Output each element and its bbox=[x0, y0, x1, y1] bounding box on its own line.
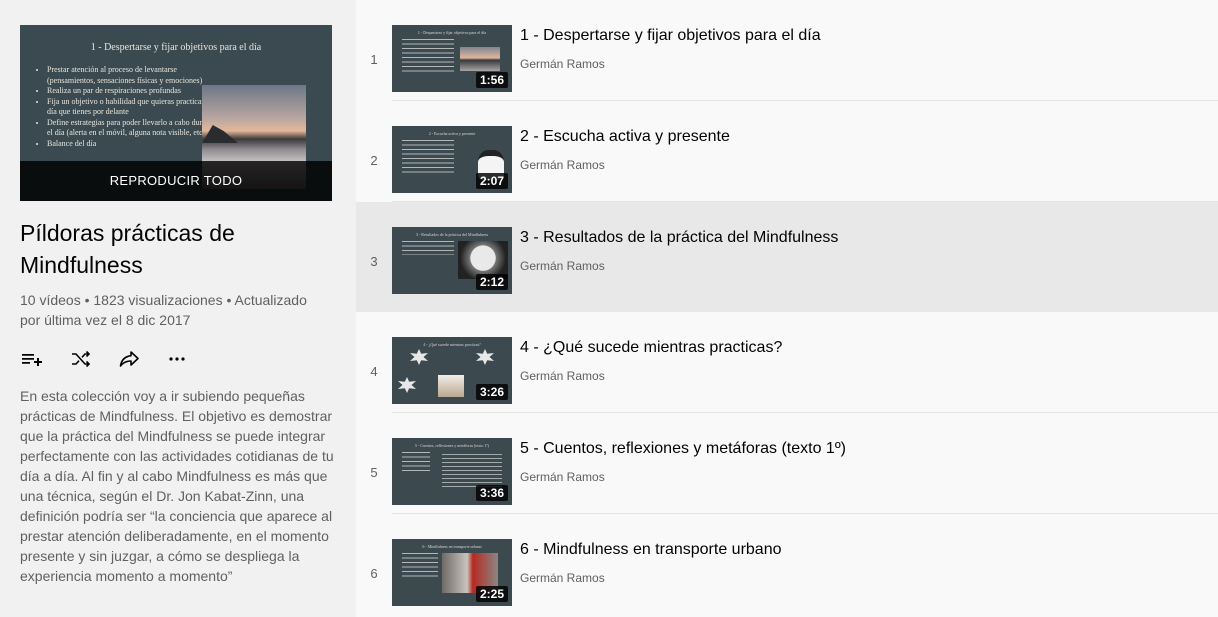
story-text-image bbox=[442, 454, 502, 488]
video-channel[interactable]: Germán Ramos bbox=[520, 257, 605, 275]
thumb-slide-text bbox=[402, 553, 438, 579]
playlist-video-list: 1 1 - Despertarse y fijar objetivos para… bbox=[356, 0, 1218, 617]
video-title[interactable]: 6 - Mindfulness en transporte urbano bbox=[520, 540, 781, 560]
video-title[interactable]: 4 - ¿Qué sucede mientras practicas? bbox=[520, 338, 782, 358]
video-index: 5 bbox=[370, 465, 378, 480]
add-to-queue-icon[interactable] bbox=[20, 347, 44, 371]
video-row[interactable]: 5 5 - Cuentos, reflexiones y metáforas (… bbox=[356, 413, 1218, 514]
slide-bullet: Prestar atención al proceso de levantars… bbox=[47, 65, 223, 86]
video-duration: 3:36 bbox=[475, 485, 508, 501]
video-index: 3 bbox=[370, 254, 378, 269]
video-thumbnail[interactable]: 3 - Resultados de la práctica del Mindfu… bbox=[392, 227, 512, 294]
video-title[interactable]: 5 - Cuentos, reflexiones y metáforas (te… bbox=[520, 439, 846, 459]
video-channel[interactable]: Germán Ramos bbox=[520, 367, 605, 385]
playlist-description: En esta colección voy a ir subiendo pequ… bbox=[20, 388, 334, 584]
thumb-slide-text bbox=[402, 140, 454, 174]
video-duration: 3:26 bbox=[475, 384, 508, 400]
shuffle-icon[interactable] bbox=[69, 347, 93, 371]
video-title[interactable]: 2 - Escucha activa y presente bbox=[520, 127, 730, 147]
star-bubble-image bbox=[410, 349, 428, 365]
video-thumbnail[interactable]: 2 - Escucha activa y presente 2:07 bbox=[392, 126, 512, 193]
video-duration: 2:25 bbox=[475, 586, 508, 602]
slide-bullet: Define estrategias para poder llevarlo a… bbox=[47, 118, 223, 139]
video-thumbnail[interactable]: 4 - ¿Qué sucede mientras practicas? 3:26 bbox=[392, 337, 512, 404]
playlist-thumbnail[interactable]: 1 - Despertarse y fijar objetivos para e… bbox=[20, 25, 332, 201]
thumb-slide-text bbox=[402, 241, 454, 255]
more-options-icon[interactable] bbox=[165, 347, 189, 371]
video-channel[interactable]: Germán Ramos bbox=[520, 569, 605, 587]
video-row[interactable]: 1 1 - Despertarse y fijar objetivos para… bbox=[356, 0, 1218, 101]
video-thumbnail[interactable]: 1 - Despertarse y fijar objetivos para e… bbox=[392, 25, 512, 92]
video-index: 2 bbox=[370, 153, 378, 168]
thumb-slide-title: 2 - Escucha activa y presente bbox=[428, 131, 476, 136]
video-index: 6 bbox=[370, 566, 378, 581]
play-all-button[interactable]: REPRODUCIR TODO bbox=[20, 161, 332, 201]
meditating-person-image bbox=[438, 375, 464, 397]
video-channel[interactable]: Germán Ramos bbox=[520, 55, 605, 73]
video-duration: 2:12 bbox=[475, 274, 508, 290]
sunset-image bbox=[460, 47, 500, 71]
star-bubble-image bbox=[476, 349, 494, 365]
thumb-slide-title: 5 - Cuentos, reflexiones y metáforas (te… bbox=[415, 443, 489, 448]
video-row-active[interactable]: 3 3 - Resultados de la práctica del Mind… bbox=[356, 202, 1218, 312]
thumb-slide-title: 1 - Despertarse y fijar objetivos para e… bbox=[417, 30, 487, 35]
video-row[interactable]: 2 2 - Escucha activa y presente 2:07 2 -… bbox=[356, 101, 1218, 202]
share-icon[interactable] bbox=[117, 347, 141, 371]
thumb-slide-text bbox=[402, 39, 454, 73]
playlist-title[interactable]: Píldoras prácticas de Mindfulness bbox=[20, 217, 340, 281]
video-channel[interactable]: Germán Ramos bbox=[520, 156, 605, 174]
slide-bullets: Prestar atención al proceso de levantars… bbox=[36, 65, 223, 149]
video-index: 1 bbox=[370, 52, 378, 67]
video-channel[interactable]: Germán Ramos bbox=[520, 468, 605, 486]
video-duration: 2:07 bbox=[475, 173, 508, 189]
video-index: 4 bbox=[370, 364, 378, 379]
video-thumbnail[interactable]: 6 - Mindfulness en transporte urbano 2:2… bbox=[392, 539, 512, 606]
slide-bullet: Fija un objetivo o habilidad que quieras… bbox=[47, 97, 223, 118]
thumb-slide-title: 3 - Resultados de la práctica del Mindfu… bbox=[415, 232, 489, 237]
slide-title: 1 - Despertarse y fijar objetivos para e… bbox=[90, 42, 262, 53]
video-title[interactable]: 1 - Despertarse y fijar objetivos para e… bbox=[520, 26, 821, 46]
video-duration: 1:56 bbox=[475, 72, 508, 88]
video-title[interactable]: 3 - Resultados de la práctica del Mindfu… bbox=[520, 228, 838, 248]
slide-bullet: Realiza un par de respiraciones profunda… bbox=[47, 86, 223, 97]
playlist-sidebar: 1 - Despertarse y fijar objetivos para e… bbox=[0, 0, 356, 617]
video-thumbnail[interactable]: 5 - Cuentos, reflexiones y metáforas (te… bbox=[392, 438, 512, 505]
thumb-slide-title: 4 - ¿Qué sucede mientras practicas? bbox=[423, 342, 481, 347]
thumb-slide-text bbox=[402, 452, 430, 474]
playlist-stats: 10 vídeos • 1823 visualizaciones • Actua… bbox=[20, 292, 307, 328]
slide-bullet: Balance del día bbox=[47, 139, 223, 150]
video-row[interactable]: 6 6 - Mindfulness en transporte urbano 2… bbox=[356, 514, 1218, 615]
video-row[interactable]: 4 4 - ¿Qué sucede mientras practicas? 3:… bbox=[356, 312, 1218, 413]
thumb-slide-title: 6 - Mindfulness en transporte urbano bbox=[422, 544, 482, 549]
star-bubble-image bbox=[398, 377, 416, 393]
